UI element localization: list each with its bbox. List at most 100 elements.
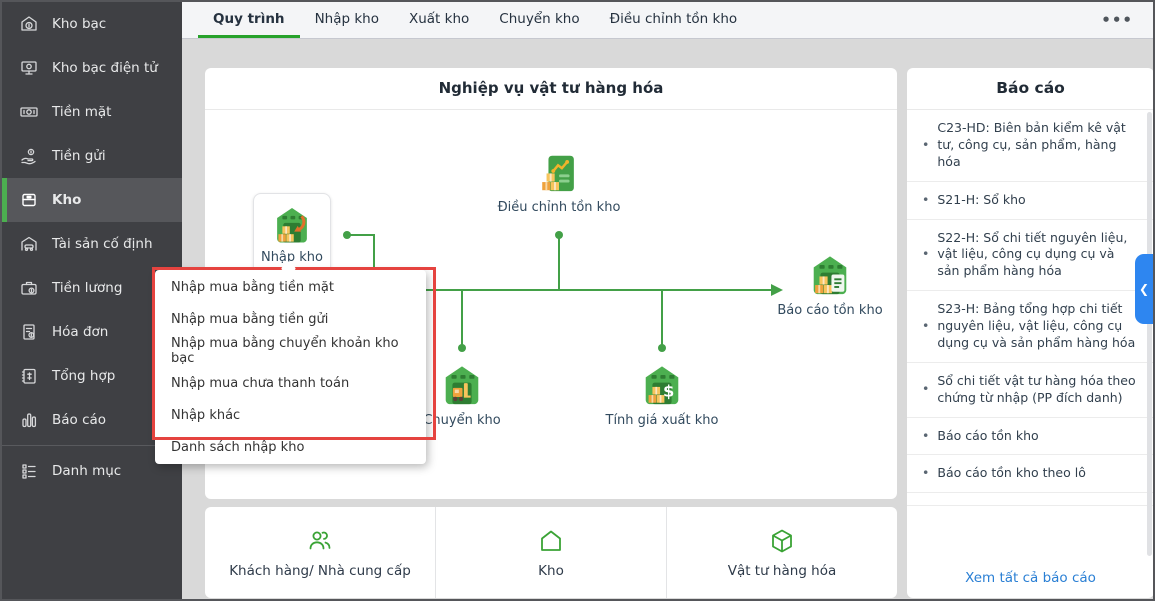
tab-label: Chuyển kho	[499, 10, 580, 27]
bullet-icon: •	[922, 318, 930, 333]
report-item[interactable]: • S22-H: Sổ chi tiết nguyên liệu, vật liệ…	[907, 220, 1153, 292]
menu-item-nhap-khac[interactable]: Nhập khác	[155, 399, 426, 431]
warehouse-outline-icon	[541, 530, 561, 551]
chevron-left-icon: ❮	[1138, 282, 1150, 296]
diagram-node-dieu-chinh-ton-kho[interactable]: Điều chỉnh tồn kho	[484, 149, 634, 215]
bullet-icon: •	[922, 246, 930, 262]
tab-label: Điều chỉnh tồn kho	[609, 10, 738, 27]
report-item[interactable]: • Báo cáo tồn kho	[907, 418, 1153, 456]
report-item-label: S23-H: Bảng tổng hợp chi tiết nguyên liệ…	[937, 301, 1136, 350]
more-menu-icon[interactable]: •••	[1101, 2, 1153, 38]
diagram-node-label: Chuyển kho	[423, 413, 501, 428]
warehouse-report-icon	[813, 256, 847, 295]
tab-quy-trinh[interactable]: Quy trình	[198, 2, 300, 38]
tab-chuyen-kho[interactable]: Chuyển kho	[484, 2, 594, 38]
tab-xuat-kho[interactable]: Xuất kho	[394, 2, 484, 38]
menu-item-nhap-mua-bang-tien-mat[interactable]: Nhập mua bằng tiền mặt	[155, 271, 426, 303]
tab-label: Nhập kho	[314, 10, 379, 27]
tab-dieu-chinh-ton-kho[interactable]: Điều chỉnh tồn kho	[595, 2, 753, 38]
sidebar-item-tien-gui[interactable]: Tiền gửi	[2, 134, 182, 178]
tab-label: Xuất kho	[408, 10, 470, 27]
tab-label: Quy trình	[213, 10, 285, 27]
diagram-node-label: Nhập kho	[260, 249, 324, 265]
deposit-hand-icon	[21, 148, 36, 165]
ledger-icon	[21, 368, 36, 384]
report-item[interactable]: • S21-H: Sổ kho	[907, 182, 1153, 220]
diagram-title: Nghiệp vụ vật tư hàng hóa	[205, 68, 897, 110]
warehouse-in-icon	[277, 207, 307, 242]
customers-icon	[309, 531, 331, 549]
sidebar-item-kho-bac-dien-tu[interactable]: Kho bạc điện tử	[2, 46, 182, 90]
diagram-node-label: Điều chỉnh tồn kho	[497, 200, 621, 215]
report-item-label: C23-HD: Biên bản kiểm kê vật tư, công cụ…	[937, 120, 1126, 169]
warehouse-forklift-icon	[445, 366, 479, 405]
report-item-partial	[907, 493, 1153, 507]
warehouse-box-icon	[22, 193, 36, 207]
menu-item-nhap-mua-bang-chuyen-khoan-kho-bac[interactable]: Nhập mua bằng chuyển khoản kho bạc	[155, 335, 426, 367]
report-item[interactable]: • C23-HD: Biên bản kiểm kê vật tư, công c…	[907, 110, 1153, 182]
sidebar-item-label: Tài sản cố định	[52, 236, 153, 252]
bullet-icon: •	[922, 465, 930, 481]
report-item-label: Sổ chi tiết vật tư hàng hóa theo chứng t…	[937, 372, 1136, 405]
list-icon	[22, 464, 36, 479]
bottom-item-label: Kho	[538, 562, 564, 579]
diagram-node-label: Tính giá xuất kho	[605, 413, 719, 428]
bottom-item-label: Vật tư hàng hóa	[727, 562, 837, 579]
menu-item-nhap-mua-chua-thanh-toan[interactable]: Nhập mua chưa thanh toán	[155, 367, 426, 399]
diagram-node-nhap-kho[interactable]: Nhập kho	[253, 193, 331, 275]
reports-panel: Báo cáo • C23-HD: Biên bản kiểm kê vật tư…	[907, 68, 1153, 598]
sidebar-item-label: Tiền lương	[52, 280, 123, 296]
bottom-item-kho[interactable]: Kho	[435, 507, 666, 598]
sidebar-item-label: Tổng hợp	[52, 368, 116, 384]
bottom-item-vat-tu-hang-hoa[interactable]: Vật tư hàng hóa	[666, 507, 897, 598]
nhap-kho-dropdown-menu: Nhập mua bằng tiền mặt Nhập mua bằng tiề…	[155, 270, 426, 464]
report-item-label: Báo cáo tồn kho	[937, 427, 1039, 443]
reports-scrollbar[interactable]	[1147, 112, 1152, 556]
report-item-label: S22-H: Sổ chi tiết nguyên liệu, vật liệu…	[937, 229, 1128, 279]
sidebar-item-label: Báo cáo	[52, 412, 107, 428]
view-all-reports-link[interactable]: Xem tất cả báo cáo	[907, 558, 1153, 598]
sidebar-item-label: Tiền mặt	[52, 104, 112, 120]
bullet-icon: •	[922, 136, 930, 152]
fixed-asset-garage-icon	[21, 236, 37, 252]
sidebar-item-tai-san-co-dinh[interactable]: Tài sản cố định	[2, 222, 182, 266]
diagram-node-bao-cao-ton-kho[interactable]: Báo cáo tồn kho	[755, 252, 905, 318]
inventory-adjustment-document-icon	[542, 155, 574, 192]
sidebar-item-label: Kho bạc	[52, 16, 107, 32]
payroll-briefcase-icon	[21, 281, 37, 295]
sidebar-item-label: Kho bạc điện tử	[52, 60, 158, 76]
report-item[interactable]: • Sổ chi tiết vật tư hàng hóa theo chứng …	[907, 363, 1153, 418]
report-item[interactable]: • S23-H: Bảng tổng hợp chi tiết nguyên li…	[907, 291, 1153, 363]
sidebar-item-label: Tiền gửi	[52, 148, 106, 164]
invoice-icon	[23, 324, 35, 340]
warehouse-dollar-icon: $	[645, 366, 679, 405]
svg-text:$: $	[663, 382, 674, 401]
collapse-panel-button[interactable]: ❮	[1135, 254, 1153, 324]
goods-cube-icon	[772, 529, 792, 552]
diagram-node-label: Báo cáo tồn kho	[777, 303, 883, 318]
sidebar-item-kho[interactable]: Kho	[2, 178, 182, 222]
sidebar-item-label: Hóa đơn	[52, 324, 109, 340]
bottom-item-khach-hang-nha-cung-cap[interactable]: Khách hàng/ Nhà cung cấp	[205, 507, 435, 598]
tab-nhap-kho[interactable]: Nhập kho	[300, 2, 394, 38]
report-item-label: Báo cáo tồn kho theo lô	[937, 465, 1086, 481]
report-item[interactable]: • Báo cáo tồn kho theo lô	[907, 455, 1153, 494]
reports-list: • C23-HD: Biên bản kiểm kê vật tư, công c…	[907, 110, 1153, 558]
sidebar-item-tien-mat[interactable]: Tiền mặt	[2, 90, 182, 134]
app-window: Kho bạc Kho bạc điện tử Tiền mặt Tiền gử…	[0, 0, 1155, 601]
bullet-icon: •	[922, 381, 930, 397]
sidebar-item-label: Danh mục	[52, 463, 122, 479]
report-item-label: S21-H: Sổ kho	[937, 191, 1026, 207]
bar-chart-icon	[22, 413, 37, 428]
menu-item-nhap-mua-bang-tien-gui[interactable]: Nhập mua bằng tiền gửi	[155, 303, 426, 335]
sidebar-item-kho-bac[interactable]: Kho bạc	[2, 2, 182, 46]
cash-icon	[20, 107, 38, 117]
master-data-panel: Khách hàng/ Nhà cung cấp Kho Vật tư hàng…	[205, 507, 897, 598]
diagram-node-tinh-gia-xuat-kho[interactable]: $ Tính giá xuất kho	[587, 362, 737, 428]
bullet-icon: •	[922, 427, 930, 443]
bottom-item-label: Khách hàng/ Nhà cung cấp	[229, 562, 411, 579]
treasury-house-icon	[21, 16, 37, 31]
e-treasury-icon	[21, 61, 37, 75]
menu-item-danh-sach-nhap-kho[interactable]: Danh sách nhập kho	[155, 431, 426, 463]
sidebar-item-label: Kho	[52, 192, 82, 208]
